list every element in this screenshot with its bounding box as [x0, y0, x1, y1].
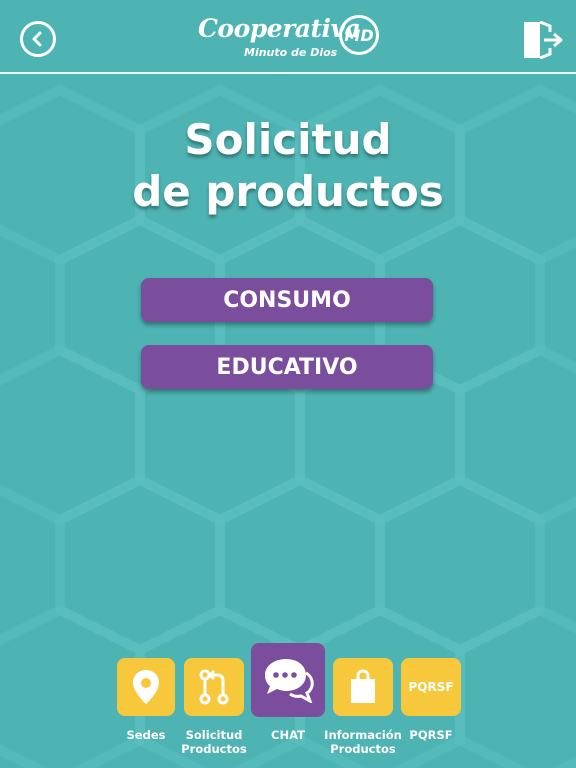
logout-button[interactable] — [520, 18, 564, 62]
educativo-button[interactable]: EDUCATIVO — [141, 345, 433, 389]
tab-informacion-label-line2: Productos — [330, 742, 396, 756]
logo-badge-text: MD — [344, 25, 374, 45]
page-title: Solicitud de productos — [0, 114, 576, 218]
tab-sedes-icon-box — [117, 658, 175, 716]
tab-chat-label: CHAT — [271, 728, 305, 742]
tab-informacion-productos[interactable]: Información Productos — [324, 640, 402, 760]
tab-chat[interactable]: CHAT — [251, 640, 325, 760]
tab-informacion-label-line1: Información — [324, 728, 402, 742]
logo-badge: MD — [339, 15, 379, 55]
tab-pqrsf-icon-box: PQRSF — [401, 658, 461, 716]
tab-informacion-icon-box — [333, 658, 393, 716]
map-pin-icon — [133, 670, 159, 704]
tab-solicitud-icon-box — [184, 658, 244, 716]
page-title-line2: de productos — [132, 167, 444, 216]
tab-solicitud-label-line1: Solicitud — [185, 728, 243, 742]
tab-chat-icon-box — [251, 643, 325, 717]
page-title-line1: Solicitud — [184, 115, 392, 164]
app-header: Cooperativa Minuto de Dios MD — [0, 0, 576, 74]
back-button[interactable] — [20, 21, 56, 57]
bottom-tab-bar: Sedes Solicitud Productos CHAT Informaci… — [0, 640, 576, 768]
logo-sub-text: Minuto de Dios — [244, 46, 338, 59]
consumo-button[interactable]: CONSUMO — [141, 278, 433, 322]
tab-sedes[interactable]: Sedes — [117, 640, 177, 760]
logo-main-text: Cooperativa — [198, 14, 361, 43]
chat-bubbles-icon — [265, 659, 314, 703]
chevron-left-icon — [32, 31, 42, 47]
logout-door-icon — [524, 20, 563, 60]
tab-solicitud-productos[interactable]: Solicitud Productos — [181, 640, 247, 760]
tab-pqrsf[interactable]: PQRSF PQRSF — [401, 640, 461, 760]
tab-solicitud-label-line2: Productos — [181, 742, 247, 756]
cooperativa-logo: Cooperativa Minuto de Dios MD — [198, 12, 384, 64]
shopping-bag-icon — [351, 669, 375, 703]
tab-solicitud-label: Solicitud Productos — [174, 728, 254, 756]
pqrsf-icon-text: PQRSF — [408, 680, 454, 694]
git-pull-request-icon — [199, 669, 229, 705]
tab-pqrsf-label: PQRSF — [409, 728, 453, 742]
